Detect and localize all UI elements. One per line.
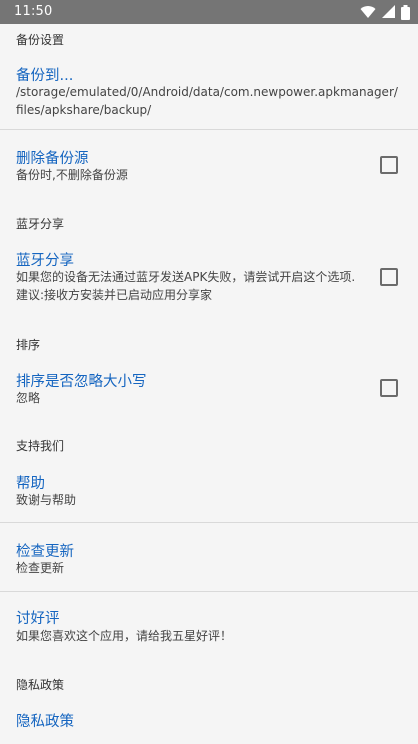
category-backup-settings: 备份设置: [16, 33, 65, 47]
backup-to-title: 备份到...: [16, 68, 74, 84]
category-bluetooth-share: 蓝牙分享: [16, 217, 65, 231]
bluetooth-share-title: 蓝牙分享: [16, 253, 74, 269]
sort-ignore-case-checkbox[interactable]: [380, 379, 398, 397]
bluetooth-share-summary: 如果您的设备无法通过蓝牙发送APK失败，请尝试开启这个选项. 建议:接收方安装并…: [16, 270, 356, 302]
help-summary: 致谢与帮助: [16, 493, 77, 507]
divider: [0, 591, 418, 592]
category-support-us: 支持我们: [16, 439, 65, 453]
review-summary: 如果您喜欢这个应用，请给我五星好评！: [16, 629, 233, 643]
delete-backup-source-checkbox[interactable]: [380, 156, 398, 174]
status-icons: [360, 4, 410, 20]
divider: [0, 129, 418, 130]
category-privacy: 隐私政策: [16, 678, 65, 692]
sort-ignore-case-title: 排序是否忽略大小写: [16, 374, 147, 390]
battery-icon: [401, 4, 410, 20]
signal-icon: [382, 5, 395, 19]
review-title: 讨好评: [16, 611, 60, 627]
help-title: 帮助: [16, 476, 45, 492]
divider: [0, 522, 418, 523]
delete-backup-source-title: 删除备份源: [16, 151, 89, 167]
backup-path-summary: /storage/emulated/0/Android/data/com.new…: [16, 85, 398, 117]
status-bar: 11:50: [0, 0, 418, 24]
check-update-summary: 检查更新: [16, 561, 65, 575]
bluetooth-share-checkbox[interactable]: [380, 268, 398, 286]
category-sort: 排序: [16, 338, 41, 352]
sort-ignore-case-summary: 忽略: [16, 391, 41, 405]
delete-backup-source-summary: 备份时,不删除备份源: [16, 168, 128, 182]
check-update-title: 检查更新: [16, 544, 74, 560]
status-time: 11:50: [14, 4, 53, 19]
wifi-icon: [360, 5, 376, 19]
privacy-policy-title: 隐私政策: [16, 714, 74, 730]
